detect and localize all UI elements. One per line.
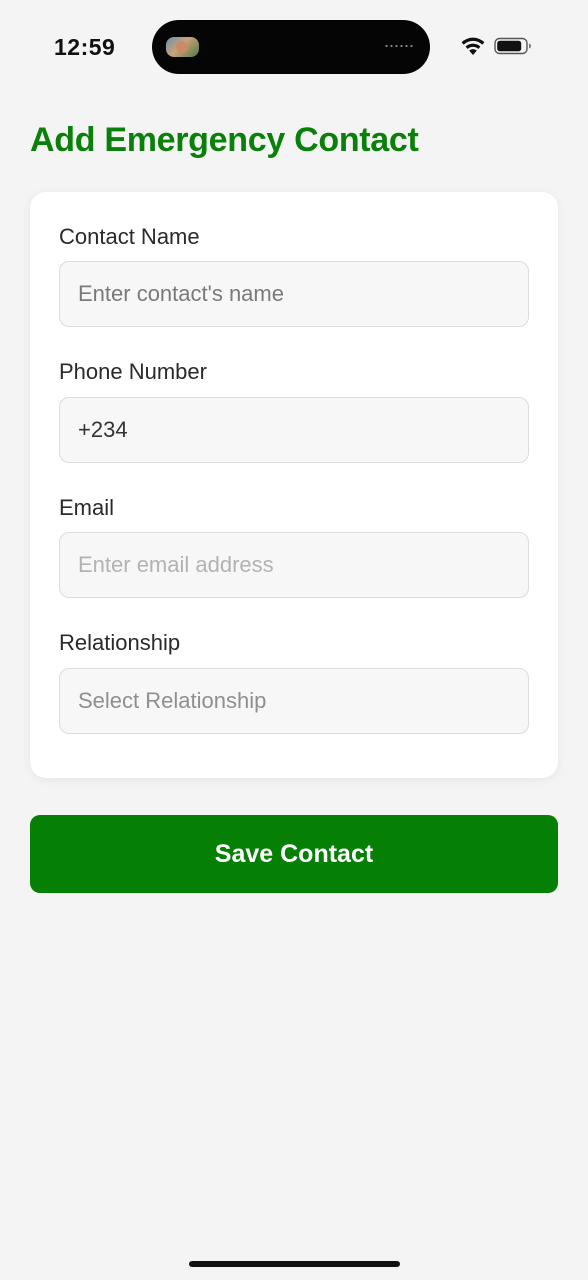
dynamic-island[interactable]: [152, 20, 430, 74]
contact-name-placeholder: Enter contact's name: [78, 281, 284, 306]
page-title: Add Emergency Contact: [30, 121, 419, 159]
phone-number-value: +234: [78, 417, 128, 442]
wifi-icon: [461, 37, 485, 55]
contact-form-card: Contact Name Enter contact's name Phone …: [30, 192, 558, 778]
email-label: Email: [59, 495, 115, 520]
home-indicator[interactable]: [189, 1261, 400, 1267]
contact-name-label: Contact Name: [59, 224, 200, 249]
media-thumbnail-icon: [166, 37, 199, 57]
save-contact-button[interactable]: Save Contact: [30, 815, 558, 893]
relationship-label: Relationship: [59, 630, 181, 655]
status-time: 12:59: [54, 34, 116, 60]
phone-number-label: Phone Number: [59, 359, 207, 384]
screen: 12:59 Add Emergency Contact Contact Name…: [0, 0, 588, 1280]
phone-number-input[interactable]: +234: [59, 397, 529, 463]
audio-waveform-icon: [384, 45, 414, 47]
email-placeholder: Enter email address: [78, 552, 274, 577]
email-input[interactable]: Enter email address: [59, 532, 529, 598]
contact-name-input[interactable]: Enter contact's name: [59, 261, 529, 327]
relationship-select[interactable]: Select Relationship: [59, 668, 529, 734]
relationship-placeholder: Select Relationship: [78, 688, 267, 713]
battery-icon: [494, 37, 531, 55]
